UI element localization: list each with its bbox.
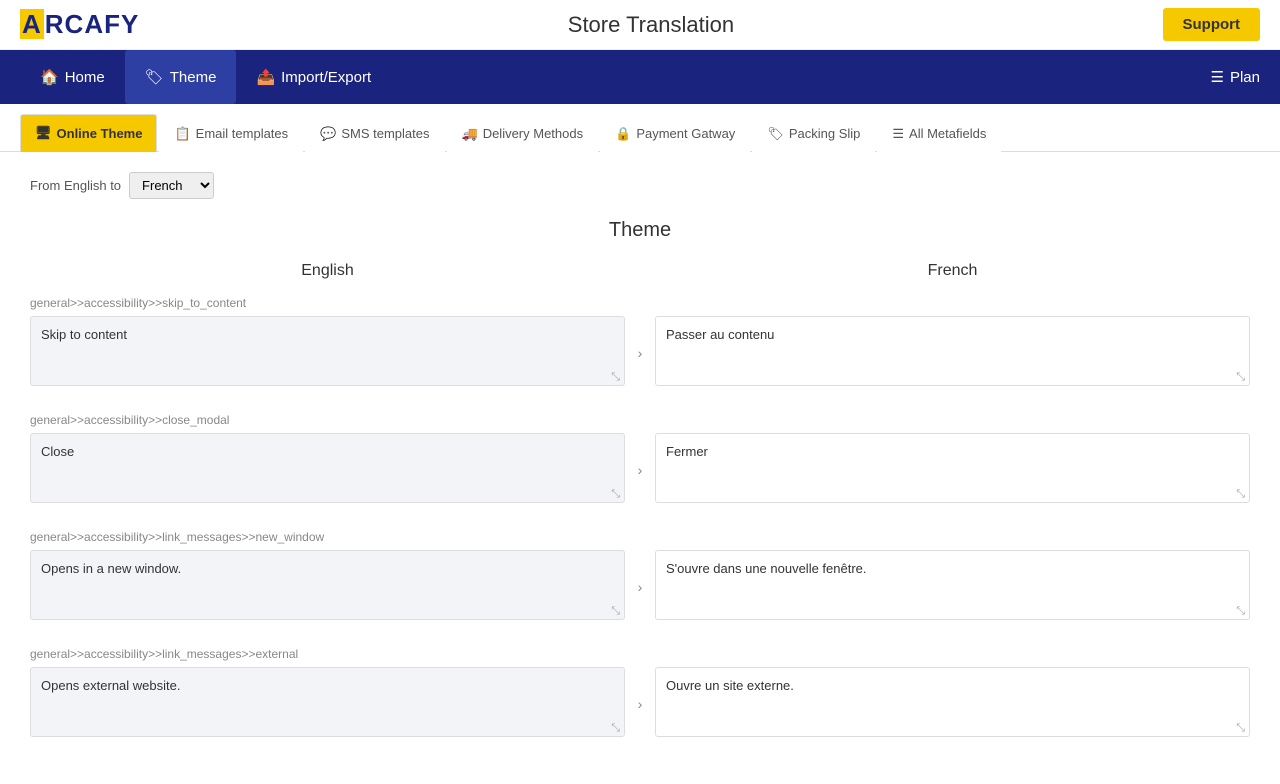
- english-textarea[interactable]: Skip to content: [30, 316, 625, 386]
- french-textarea[interactable]: Ouvre un site externe.: [655, 667, 1250, 737]
- english-column-header: English: [30, 262, 625, 280]
- arrow-icon: ›: [625, 316, 655, 389]
- translation-group: general>>accessibility>>link_messages>>e…: [30, 647, 1250, 740]
- arrow-icon: ›: [625, 433, 655, 506]
- nav-import-export-label: Import/Export: [281, 69, 371, 86]
- support-button[interactable]: Support: [1163, 8, 1261, 41]
- french-textarea-wrap: Passer au contenu⤡: [655, 316, 1250, 389]
- nav-item-import-export[interactable]: 📤 Import/Export: [236, 50, 391, 104]
- arrow-icon: ›: [625, 550, 655, 623]
- logo-text: ARCAFY: [20, 9, 139, 40]
- translation-group: general>>accessibility>>close_modal Close…: [30, 413, 1250, 506]
- french-column-header: French: [655, 262, 1250, 280]
- english-textarea[interactable]: Close: [30, 433, 625, 503]
- arrow-icon: ›: [625, 667, 655, 740]
- plan-label: Plan: [1230, 69, 1260, 86]
- sub-tab-packing-slip[interactable]: 🏷 Packing Slip: [752, 115, 875, 152]
- sub-tab-all-metafields[interactable]: ☰ All Metafields: [877, 115, 1001, 152]
- content-area: From English to French Spanish German It…: [0, 152, 1280, 784]
- translations-container: general>>accessibility>>skip_to_content S…: [30, 296, 1250, 740]
- field-key: general>>accessibility>>skip_to_content: [30, 296, 1250, 310]
- nav-plan[interactable]: ☰ Plan: [1211, 50, 1260, 104]
- english-textarea-wrap: Close⤡: [30, 433, 625, 506]
- sub-tab-payment-gateway[interactable]: 🔒 Payment Gatway: [600, 115, 750, 152]
- english-textarea[interactable]: Opens external website.: [30, 667, 625, 737]
- online-theme-label: Online Theme: [57, 126, 143, 141]
- sms-templates-icon: 💬: [320, 126, 336, 142]
- nav-theme-label: Theme: [170, 69, 217, 86]
- online-theme-icon: 🖥: [35, 125, 52, 141]
- sms-templates-label: SMS templates: [341, 126, 429, 141]
- translation-group: general>>accessibility>>skip_to_content S…: [30, 296, 1250, 389]
- nav-home-label: Home: [65, 69, 105, 86]
- french-textarea-wrap: Fermer⤡: [655, 433, 1250, 506]
- english-textarea-wrap: Opens in a new window.⤡: [30, 550, 625, 623]
- top-header: ARCAFY Store Translation Support: [0, 0, 1280, 50]
- nav-item-home[interactable]: 🏠 Home: [20, 50, 125, 104]
- payment-gateway-icon: 🔒: [615, 126, 631, 142]
- english-textarea[interactable]: Opens in a new window.: [30, 550, 625, 620]
- nav-item-theme[interactable]: 🏷 Theme: [125, 50, 237, 104]
- french-textarea[interactable]: Passer au contenu: [655, 316, 1250, 386]
- field-key: general>>accessibility>>link_messages>>n…: [30, 530, 1250, 544]
- field-key: general>>accessibility>>link_messages>>e…: [30, 647, 1250, 661]
- sub-tab-online-theme[interactable]: 🖥 Online Theme: [20, 114, 157, 152]
- translation-row: Opens in a new window.⤡›S'ouvre dans une…: [30, 550, 1250, 623]
- plan-icon: ☰: [1211, 68, 1224, 86]
- english-textarea-wrap: Opens external website.⤡: [30, 667, 625, 740]
- translation-group: general>>accessibility>>link_messages>>n…: [30, 530, 1250, 623]
- sub-tab-sms-templates[interactable]: 💬 SMS templates: [305, 115, 444, 152]
- translation-row: Close⤡›Fermer⤡: [30, 433, 1250, 506]
- email-templates-label: Email templates: [196, 126, 288, 141]
- english-textarea-wrap: Skip to content⤡: [30, 316, 625, 389]
- arrow-spacer: [625, 262, 655, 280]
- logo-a: A: [20, 9, 44, 39]
- translation-row: Opens external website.⤡›Ouvre un site e…: [30, 667, 1250, 740]
- nav-left: 🏠 Home 🏷 Theme 📤 Import/Export: [20, 50, 391, 104]
- section-title: Theme: [30, 219, 1250, 242]
- filter-label: From English to: [30, 178, 121, 193]
- main-nav: 🏠 Home 🏷 Theme 📤 Import/Export ☰ Plan: [0, 50, 1280, 104]
- home-icon: 🏠: [40, 68, 59, 86]
- sub-tab-email-templates[interactable]: 📋 Email templates: [159, 115, 303, 152]
- columns-header: English French: [30, 262, 1250, 280]
- email-templates-icon: 📋: [174, 126, 190, 142]
- french-textarea-wrap: S'ouvre dans une nouvelle fenêtre.⤡: [655, 550, 1250, 623]
- french-textarea[interactable]: Fermer: [655, 433, 1250, 503]
- field-key: general>>accessibility>>close_modal: [30, 413, 1250, 427]
- all-metafields-icon: ☰: [892, 126, 904, 142]
- filter-row: From English to French Spanish German It…: [30, 172, 1250, 199]
- translation-row: Skip to content⤡›Passer au contenu⤡: [30, 316, 1250, 389]
- delivery-methods-icon: 🚚: [462, 126, 478, 142]
- packing-slip-label: Packing Slip: [789, 126, 861, 141]
- all-metafields-label: All Metafields: [909, 126, 986, 141]
- logo: ARCAFY: [20, 9, 139, 40]
- page-title: Store Translation: [568, 12, 734, 38]
- sub-tab-delivery-methods[interactable]: 🚚 Delivery Methods: [447, 115, 599, 152]
- sub-nav: 🖥 Online Theme 📋 Email templates 💬 SMS t…: [0, 104, 1280, 152]
- packing-slip-icon: 🏷: [767, 126, 784, 142]
- payment-gateway-label: Payment Gatway: [636, 126, 735, 141]
- language-select[interactable]: French Spanish German Italian: [129, 172, 214, 199]
- import-export-icon: 📤: [256, 68, 275, 86]
- theme-icon: 🏷: [145, 68, 164, 86]
- french-textarea-wrap: Ouvre un site externe.⤡: [655, 667, 1250, 740]
- delivery-methods-label: Delivery Methods: [483, 126, 583, 141]
- french-textarea[interactable]: S'ouvre dans une nouvelle fenêtre.: [655, 550, 1250, 620]
